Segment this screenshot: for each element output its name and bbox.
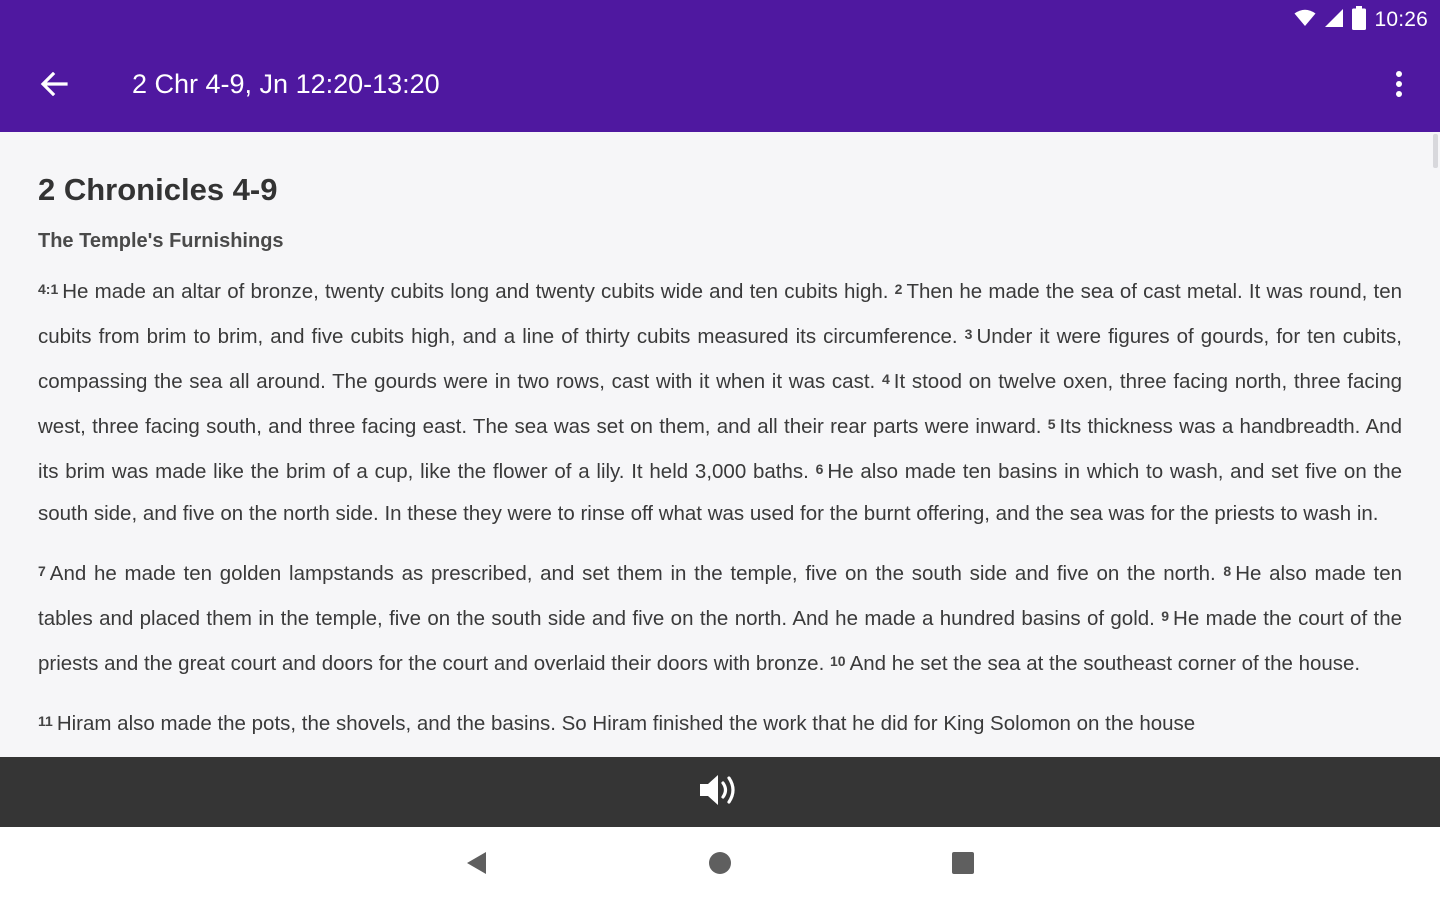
back-button[interactable] [30,66,78,106]
volume-icon [698,772,742,813]
system-home-button[interactable] [700,845,740,885]
status-time: 10:26 [1374,8,1428,31]
verse-text: And he made ten golden lampstands as pre… [49,562,1216,585]
scrollbar[interactable] [1433,134,1438,168]
verse-number: 2 [894,281,903,297]
paragraph: 7 And he made ten golden lampstands as pr… [38,550,1402,685]
wifi-icon [1294,9,1316,32]
system-back-button[interactable] [456,845,496,885]
system-recents-button[interactable] [943,845,983,885]
verse-number: 4 [881,371,890,387]
verse-number: 6 [815,461,824,477]
status-bar: 10:26 [1294,5,1428,35]
audio-player-bar [0,757,1440,827]
verse-text: And he set the sea at the southeast corn… [849,652,1361,675]
overflow-menu-button[interactable] [1384,66,1414,106]
verse-number: 4:1 [38,281,59,297]
system-navigation-bar [0,827,1440,900]
paragraph: 4:1 He made an altar of bronze, twenty cu… [38,268,1402,535]
toolbar: 2 Chr 4-9, Jn 12:20-13:20 [0,52,1440,122]
reading-content[interactable]: 2 Chronicles 4-9 The Temple's Furnishing… [0,132,1440,827]
triangle-back-icon [465,851,487,880]
more-vertical-icon [1395,70,1403,102]
battery-icon [1352,5,1367,35]
verse-text: He made an altar of bronze, twenty cubit… [62,280,889,303]
verse-number: 9 [1161,608,1170,624]
arrow-left-icon [40,71,68,101]
square-recents-icon [951,851,975,880]
verse-number: 5 [1047,416,1056,432]
verse-text: Hiram also made the pots, the shovels, a… [56,712,1196,735]
cellular-signal-icon [1324,8,1344,33]
paragraph: 11 Hiram also made the pots, the shovels,… [38,700,1402,745]
book-title: 2 Chronicles 4-9 [38,172,278,207]
verse-number: 8 [1223,563,1232,579]
verse-number: 7 [38,563,46,579]
play-audio-button[interactable] [696,768,744,816]
circle-home-icon [708,851,732,880]
section-heading: The Temple's Furnishings [38,230,284,252]
verse-number: 3 [964,326,973,342]
verse-number: 11 [38,713,53,729]
app-bar: 10:26 2 Chr 4-9, Jn 12:20-13:20 [0,0,1440,132]
verse-number: 10 [829,653,846,669]
page-title: 2 Chr 4-9, Jn 12:20-13:20 [132,69,440,99]
